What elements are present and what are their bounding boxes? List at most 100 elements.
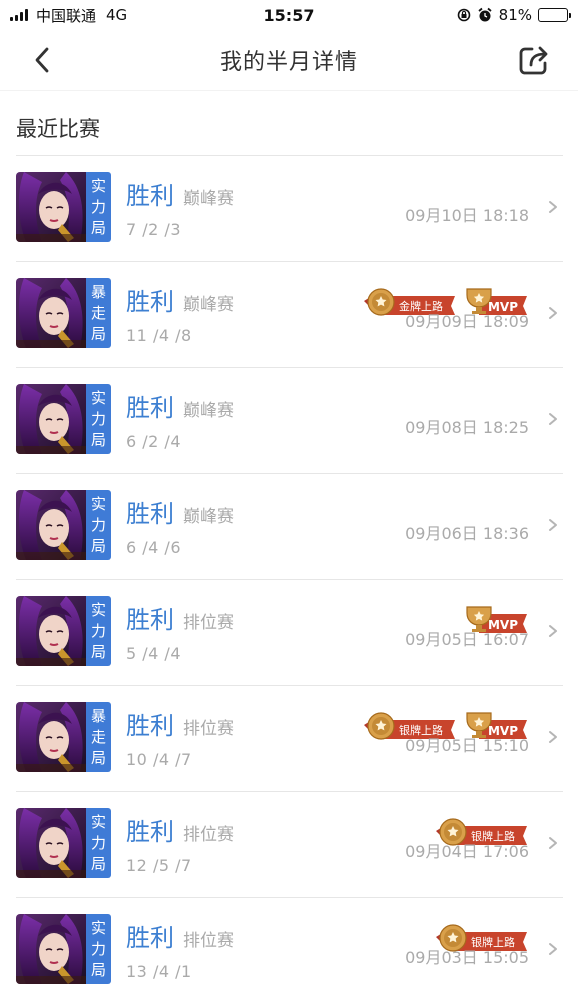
signal-icon xyxy=(10,9,28,21)
hero-avatar xyxy=(16,172,88,242)
hero-avatar-image xyxy=(16,808,88,878)
status-time: 15:57 xyxy=(263,5,315,25)
match-type-char: 暴 xyxy=(90,282,106,301)
match-result: 胜利 xyxy=(126,288,174,316)
match-type-tag: 实 力 局 xyxy=(86,808,111,878)
match-time: 09月08日 18:25 xyxy=(405,418,529,437)
hero-avatar xyxy=(16,278,88,348)
match-type-char: 实 xyxy=(90,388,106,407)
match-mode: 排位赛 xyxy=(183,931,234,951)
orientation-lock-icon xyxy=(457,8,470,22)
back-button[interactable] xyxy=(26,44,58,76)
match-type-char: 局 xyxy=(90,960,106,979)
hero-avatar xyxy=(16,808,88,878)
status-bar: 中国联通 4G 15:57 81% xyxy=(0,0,578,30)
chevron-right-icon xyxy=(549,943,557,955)
match-kda: 5 /4 /4 xyxy=(126,644,181,663)
match-type-tag: 实 力 局 xyxy=(86,490,111,560)
match-mode: 巅峰赛 xyxy=(183,401,234,421)
match-result: 胜利 xyxy=(126,818,174,846)
match-type-char: 力 xyxy=(90,939,106,958)
match-type-char: 实 xyxy=(90,176,106,195)
match-result: 胜利 xyxy=(126,182,174,210)
share-icon xyxy=(519,46,548,75)
chevron-right-icon xyxy=(549,837,557,849)
match-type-char: 实 xyxy=(90,918,106,937)
chevron-right-icon xyxy=(549,625,557,637)
match-time: 09月05日 16:07 xyxy=(405,630,529,649)
hero-avatar-image xyxy=(16,596,88,666)
chevron-right-icon xyxy=(549,413,557,425)
match-row[interactable]: 实 力 局 胜利 排位赛 12 /5 /7 银牌上路 09月04日 17:06 xyxy=(16,792,563,898)
match-type-char: 局 xyxy=(90,642,106,661)
match-row[interactable]: 暴 走 局 胜利 排位赛 10 /4 /7 银牌上路 MVP 09月05日 15… xyxy=(16,686,563,792)
match-type-char: 实 xyxy=(90,494,106,513)
chevron-right-icon xyxy=(549,201,557,213)
match-mode: 排位赛 xyxy=(183,613,234,633)
match-type-tag: 实 力 局 xyxy=(86,384,111,454)
match-type-char: 局 xyxy=(90,748,106,767)
match-mode: 巅峰赛 xyxy=(183,189,234,209)
match-type-char: 力 xyxy=(90,197,106,216)
chevron-right-icon xyxy=(549,519,557,531)
match-kda: 7 /2 /3 xyxy=(126,220,181,239)
hero-avatar-image xyxy=(16,384,88,454)
match-type-char: 力 xyxy=(90,409,106,428)
match-row[interactable]: 实 力 局 胜利 巅峰赛 6 /4 /6 09月06日 18:36 xyxy=(16,474,563,580)
hero-avatar xyxy=(16,490,88,560)
hero-avatar xyxy=(16,914,88,984)
match-mode: 巅峰赛 xyxy=(183,295,234,315)
chevron-right-icon xyxy=(549,731,557,743)
hero-avatar xyxy=(16,702,88,772)
hero-avatar-image xyxy=(16,702,88,772)
hero-avatar xyxy=(16,384,88,454)
match-result: 胜利 xyxy=(126,500,174,528)
match-kda: 6 /2 /4 xyxy=(126,432,181,451)
hero-avatar-image xyxy=(16,490,88,560)
match-kda: 10 /4 /7 xyxy=(126,750,192,769)
match-type-char: 力 xyxy=(90,833,106,852)
match-type-char: 力 xyxy=(90,621,106,640)
match-result: 胜利 xyxy=(126,606,174,634)
chevron-right-icon xyxy=(549,307,557,319)
match-type-tag: 暴 走 局 xyxy=(86,278,111,348)
match-time: 09月03日 15:05 xyxy=(405,948,529,967)
match-mode: 排位赛 xyxy=(183,825,234,845)
hero-avatar-image xyxy=(16,278,88,348)
section-title: 最近比赛 xyxy=(16,117,100,141)
match-type-char: 力 xyxy=(90,515,106,534)
carrier-label: 中国联通 xyxy=(36,6,97,25)
match-mode: 排位赛 xyxy=(183,719,234,739)
nav-bar: 我的半月详情 xyxy=(0,30,578,90)
page-title: 我的半月详情 xyxy=(219,50,358,75)
match-type-char: 实 xyxy=(90,812,106,831)
hero-avatar-image xyxy=(16,172,88,242)
share-button[interactable] xyxy=(516,42,552,78)
match-type-char: 局 xyxy=(90,324,106,343)
match-row[interactable]: 实 力 局 胜利 巅峰赛 6 /2 /4 09月08日 18:25 xyxy=(16,368,563,474)
match-type-char: 走 xyxy=(90,727,106,746)
match-result: 胜利 xyxy=(126,712,174,740)
match-time: 09月05日 15:10 xyxy=(405,736,529,755)
battery-icon xyxy=(538,8,571,22)
match-kda: 13 /4 /1 xyxy=(126,962,192,981)
match-row[interactable]: 实 力 局 胜利 巅峰赛 7 /2 /3 09月10日 18:18 xyxy=(16,156,563,262)
match-row[interactable]: 实 力 局 胜利 排位赛 5 /4 /4 MVP 09月05日 16:07 xyxy=(16,580,563,686)
match-kda: 11 /4 /8 xyxy=(126,326,192,345)
match-type-tag: 暴 走 局 xyxy=(86,702,111,772)
match-type-char: 局 xyxy=(90,430,106,449)
match-type-tag: 实 力 局 xyxy=(86,172,111,242)
match-result: 胜利 xyxy=(126,394,174,422)
match-type-char: 实 xyxy=(90,600,106,619)
match-row[interactable]: 暴 走 局 胜利 巅峰赛 11 /4 /8 金牌上路 MVP 09月09日 18… xyxy=(16,262,563,368)
match-type-char: 局 xyxy=(90,854,106,873)
match-kda: 6 /4 /6 xyxy=(126,538,181,557)
alarm-icon xyxy=(478,7,492,22)
hero-avatar-image xyxy=(16,914,88,984)
hero-avatar xyxy=(16,596,88,666)
match-list: 实 力 局 胜利 巅峰赛 7 /2 /3 09月10日 18:18 暴 走 局 … xyxy=(0,156,578,1000)
status-right: 81% xyxy=(457,6,571,24)
match-row[interactable]: 实 力 局 胜利 排位赛 13 /4 /1 银牌上路 09月03日 15:05 xyxy=(16,898,563,1000)
chevron-left-icon xyxy=(35,47,49,73)
match-kda: 12 /5 /7 xyxy=(126,856,192,875)
